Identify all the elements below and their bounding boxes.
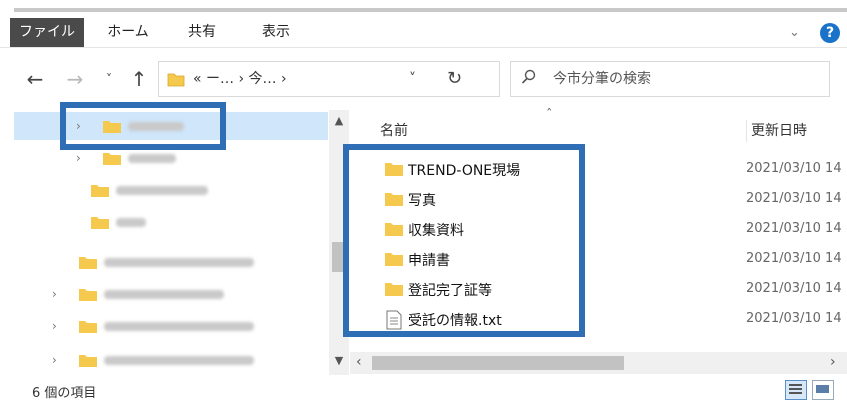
tree-item[interactable] [14, 248, 328, 276]
blurred-label [104, 258, 254, 267]
column-header-name[interactable]: 名前 [380, 120, 408, 140]
forward-arrow-icon[interactable]: → [62, 64, 88, 94]
file-date: 2021/03/10 14 [746, 161, 842, 176]
folder-icon [103, 121, 121, 133]
tab-file[interactable]: ファイル [10, 18, 84, 47]
blurred-label [104, 356, 254, 365]
tree-item[interactable]: › [14, 312, 328, 340]
folder-icon [79, 257, 97, 269]
file-row[interactable]: 写真 2021/03/10 14 [350, 184, 847, 214]
column-headers: ˆ 名前 更新日時 [350, 108, 847, 148]
up-arrow-icon[interactable]: ↑ [126, 64, 152, 94]
tree-item[interactable]: › [14, 346, 328, 374]
large-icons-view-icon[interactable] [812, 380, 834, 400]
file-row[interactable]: 申請書 2021/03/10 14 [350, 244, 847, 274]
text-file-icon [386, 310, 402, 330]
file-row[interactable]: 登記完了証等 2021/03/10 14 [350, 274, 847, 304]
tree-expand-chevron-icon[interactable]: › [52, 312, 57, 340]
folder-icon [385, 193, 403, 206]
file-row[interactable]: TREND-ONE現場 2021/03/10 14 [350, 154, 847, 184]
blurred-label [116, 218, 146, 227]
folder-icon [79, 355, 97, 367]
navigation-pane-scrollbar[interactable]: ▲ ▼ [329, 110, 349, 375]
column-header-date[interactable]: 更新日時 [746, 120, 807, 142]
address-dropdown-chevron-icon[interactable]: ˅ [409, 62, 416, 96]
tree-expand-chevron-icon[interactable]: › [52, 280, 57, 308]
file-name: 登記完了証等 [408, 283, 492, 299]
item-count: 6 個の項目 [32, 386, 97, 401]
folder-icon [385, 223, 403, 236]
folder-icon [103, 153, 121, 165]
help-icon[interactable]: ? [820, 23, 840, 43]
tree-item[interactable]: › [14, 280, 328, 308]
file-name: TREND-ONE現場 [408, 163, 521, 179]
breadcrumb[interactable]: « ー… › 今… › [193, 62, 287, 96]
scroll-down-arrow-icon[interactable]: ▼ [329, 354, 349, 367]
tab-home[interactable]: ホーム [98, 18, 158, 47]
blurred-label [128, 154, 176, 163]
file-list-horizontal-scrollbar[interactable]: ‹ › [350, 352, 847, 374]
tree-item[interactable] [14, 208, 328, 236]
search-icon [521, 69, 536, 84]
back-arrow-icon[interactable]: ← [22, 64, 48, 94]
status-bar: 6 個の項目 [0, 376, 847, 403]
tree-expand-chevron-icon[interactable]: › [76, 112, 81, 140]
tree-item[interactable]: › [14, 144, 328, 172]
folder-icon [79, 289, 97, 301]
folder-icon [385, 253, 403, 266]
file-row[interactable]: 受託の情報.txt 2021/03/10 14 [350, 304, 847, 334]
ribbon-expand-chevron-icon[interactable]: ⌄ [789, 18, 800, 47]
file-date: 2021/03/10 14 [746, 221, 842, 236]
blurred-label [116, 186, 208, 195]
file-date: 2021/03/10 14 [746, 191, 842, 206]
file-name: 収集資料 [408, 223, 464, 239]
blurred-label [104, 322, 254, 331]
folder-icon [79, 321, 97, 333]
blurred-label [128, 122, 184, 131]
folder-icon [167, 73, 185, 87]
tree-expand-chevron-icon[interactable]: › [76, 144, 81, 172]
recent-locations-chevron-icon[interactable]: ˅ [96, 64, 122, 94]
navigation-pane: › › › › › [0, 110, 350, 376]
file-list: ˆ 名前 更新日時 TREND-ONE現場 2021/03/10 14 写真 2… [350, 108, 847, 376]
tab-view[interactable]: 表示 [246, 18, 306, 47]
scrollbar-thumb[interactable] [372, 356, 624, 370]
file-name: 写真 [408, 193, 436, 209]
file-name: 受託の情報.txt [408, 313, 502, 329]
scrollbar-thumb[interactable] [332, 242, 346, 272]
tree-expand-chevron-icon[interactable]: › [52, 346, 57, 374]
search-input[interactable] [551, 66, 815, 92]
folder-icon [385, 283, 403, 296]
file-date: 2021/03/10 14 [746, 281, 842, 296]
file-date: 2021/03/10 14 [746, 311, 842, 326]
navigation-bar: ← → ˅ ↑ « ー… › 今… › ˅ ↻ [0, 48, 847, 110]
tree-item[interactable] [14, 176, 328, 204]
refresh-icon[interactable]: ↻ [447, 62, 462, 96]
blurred-label [104, 290, 224, 299]
folder-icon [385, 163, 403, 176]
folder-icon [91, 185, 109, 197]
tab-share[interactable]: 共有 [172, 18, 232, 47]
search-box[interactable] [510, 61, 830, 97]
scroll-left-arrow-icon[interactable]: ‹ [356, 354, 362, 370]
scroll-up-arrow-icon[interactable]: ▲ [329, 114, 349, 127]
ribbon-tabs: ファイル ホーム 共有 表示 ⌄ ? [0, 18, 847, 48]
file-row[interactable]: 収集資料 2021/03/10 14 [350, 214, 847, 244]
window-top-border [14, 8, 847, 12]
file-date: 2021/03/10 14 [746, 251, 842, 266]
details-view-icon[interactable] [785, 380, 807, 400]
folder-icon [91, 217, 109, 229]
tree-item-selected[interactable]: › [14, 112, 328, 140]
address-bar[interactable]: « ー… › 今… › ˅ ↻ [158, 61, 500, 97]
scroll-right-arrow-icon[interactable]: › [830, 354, 836, 370]
window-top-edge [0, 0, 847, 12]
file-name: 申請書 [408, 253, 450, 269]
sort-ascending-icon: ˆ [546, 108, 553, 123]
